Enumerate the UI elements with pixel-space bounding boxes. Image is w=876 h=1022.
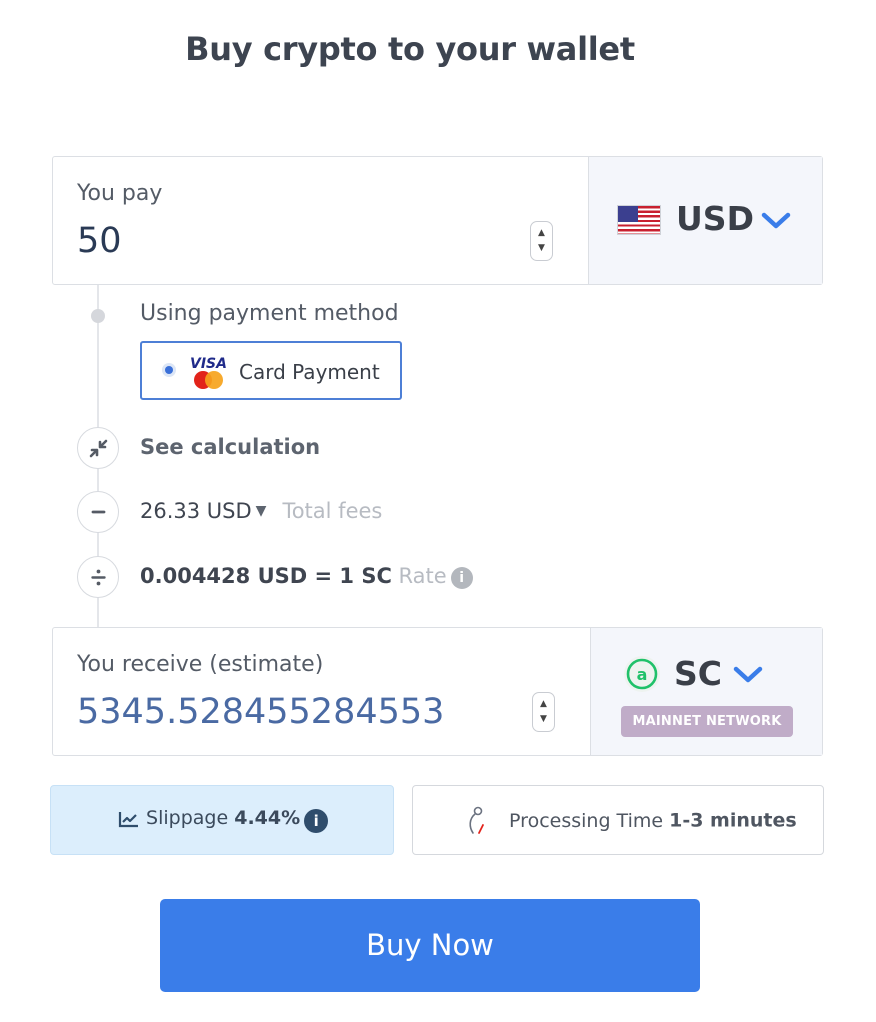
- slippage-label: Slippage: [146, 807, 229, 829]
- pay-currency-selector[interactable]: USD: [588, 157, 822, 284]
- receive-currency-code: SC: [674, 654, 722, 693]
- pay-amount-input[interactable]: 50: [77, 221, 122, 261]
- processing-time-box: Processing Time 1-3 minutes: [412, 785, 824, 855]
- payment-method-card-option[interactable]: VISA Card Payment: [140, 341, 402, 400]
- payment-method-name: Card Payment: [239, 360, 380, 384]
- info-icon[interactable]: i: [304, 809, 329, 833]
- stepper-up-icon[interactable]: ▲: [533, 699, 554, 709]
- info-icon[interactable]: i: [450, 567, 473, 589]
- rate-value: 0.004428 USD = 1 SC: [140, 564, 392, 588]
- stopwatch-icon: [469, 806, 484, 834]
- receive-amount-section[interactable]: You receive (estimate) 5345.528455284553…: [53, 628, 588, 755]
- rate-row: 0.004428 USD = 1 SC Rate i: [140, 564, 473, 589]
- receive-box: You receive (estimate) 5345.528455284553…: [52, 627, 823, 756]
- trend-chart-icon: [118, 811, 138, 827]
- stepper-up-icon[interactable]: ▲: [531, 228, 552, 238]
- chevron-down-icon[interactable]: [733, 666, 763, 684]
- chevron-down-icon[interactable]: [761, 212, 791, 230]
- us-flag-icon: [617, 205, 661, 235]
- svg-text:a: a: [637, 665, 648, 684]
- fees-label: Total fees: [282, 499, 383, 523]
- svg-text:VISA: VISA: [190, 356, 227, 372]
- pay-amount-section[interactable]: You pay 50 ▲ ▼: [53, 157, 588, 284]
- stepper-down-icon[interactable]: ▼: [531, 243, 552, 253]
- pay-box: You pay 50 ▲ ▼ USD: [52, 156, 823, 285]
- collapse-arrows-icon: [89, 439, 108, 458]
- slippage-box: Slippage 4.44% i: [50, 785, 394, 855]
- payment-method-label: Using payment method: [140, 301, 399, 326]
- processing-label: Processing Time: [509, 809, 664, 832]
- receive-amount-input[interactable]: 5345.528455284553: [77, 692, 444, 732]
- buy-now-button[interactable]: Buy Now: [160, 899, 700, 992]
- minus-circle: [77, 491, 119, 533]
- rate-label: Rate: [398, 564, 447, 588]
- pay-amount-stepper[interactable]: ▲ ▼: [530, 221, 553, 261]
- fees-value[interactable]: 26.33 USD: [140, 499, 252, 523]
- processing-value: 1-3 minutes: [669, 809, 797, 832]
- visa-mastercard-icon: VISA: [188, 353, 228, 391]
- divide-circle: [77, 556, 119, 598]
- see-calculation-link[interactable]: See calculation: [140, 435, 320, 459]
- pay-label: You pay: [77, 181, 163, 206]
- receive-currency-selector[interactable]: a SC MAINNET NETWORK: [590, 628, 822, 755]
- stepper-down-icon[interactable]: ▼: [533, 714, 554, 724]
- slippage-value: 4.44%: [234, 807, 301, 829]
- caret-down-icon[interactable]: ▼: [256, 503, 267, 519]
- minus-icon: [91, 510, 106, 514]
- receive-amount-stepper[interactable]: ▲ ▼: [532, 692, 555, 732]
- fees-row: 26.33 USD ▼ Total fees: [140, 499, 382, 523]
- see-calculation-toggle[interactable]: [77, 427, 119, 469]
- page-title: Buy crypto to your wallet: [185, 30, 635, 68]
- pay-currency-code: USD: [676, 199, 754, 238]
- siacoin-logo-icon: a: [624, 656, 660, 692]
- step-dot: [91, 309, 105, 323]
- divide-icon: [91, 569, 106, 586]
- payment-method-radio[interactable]: [162, 363, 176, 377]
- network-badge: MAINNET NETWORK: [621, 706, 793, 737]
- receive-label: You receive (estimate): [77, 652, 324, 677]
